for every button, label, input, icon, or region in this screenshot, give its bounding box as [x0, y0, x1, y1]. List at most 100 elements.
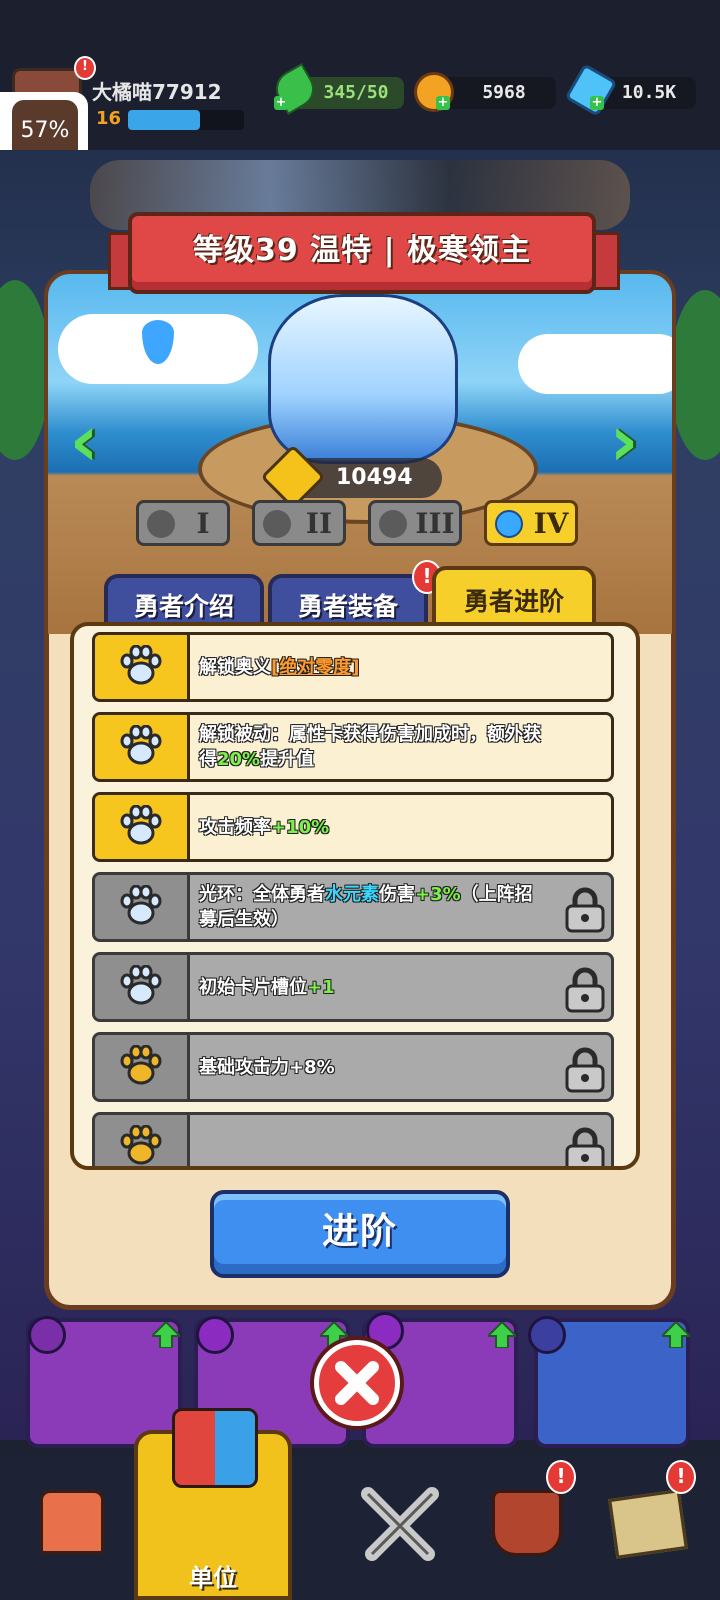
upgrade-arrow-icon: [488, 1322, 516, 1348]
stamina-plus-icon[interactable]: +: [274, 96, 288, 110]
lock-icon: [565, 1127, 605, 1166]
tab-label: 勇者介绍: [133, 592, 234, 621]
nav-home[interactable]: [30, 1480, 130, 1580]
units-icon: [172, 1408, 258, 1488]
advancement-row: 初始卡片槽位+1: [92, 952, 614, 1022]
text-part: 光环：全体勇者: [199, 884, 325, 905]
crossed-swords-icon: [361, 1487, 439, 1561]
text-part: 水元素: [325, 884, 379, 905]
close-button[interactable]: [314, 1340, 400, 1426]
advancement-text: 解锁被动：属性卡获得伤害加成时，额外获得20%提升值: [199, 715, 549, 779]
map-alert-badge: !: [666, 1460, 696, 1494]
text-part: [绝对零度]: [271, 656, 360, 678]
advancement-text: 基础攻击力+8%: [199, 1035, 549, 1099]
ice-hero-figure: [268, 294, 458, 464]
row-icon-box: [95, 635, 190, 699]
next-hero-arrow[interactable]: ›: [604, 396, 644, 486]
nav-units-label: 单位: [189, 1564, 237, 1592]
rank-label: III: [415, 507, 455, 540]
rank-button-4[interactable]: IV: [484, 500, 578, 546]
advancement-row: 光环：全体勇者水元素伤害+3%（上阵招募后生效）: [92, 872, 614, 942]
lock-icon: [565, 887, 605, 933]
paw-icon: [120, 805, 162, 845]
clover-icon: [379, 510, 407, 538]
hero-title-banner: 等级39 温特 | 极寒领主: [128, 212, 596, 294]
upgrade-arrow-icon: [152, 1322, 180, 1348]
clover-icon: [263, 510, 291, 538]
player-name: 大橘喵77912: [92, 80, 222, 104]
advancement-row: [92, 1112, 614, 1166]
advancement-list[interactable]: 解锁奥义[绝对零度] 解锁被动：属性卡获得伤害加成时，额外获得20%提升值 攻击频率…: [70, 622, 640, 1170]
clover-icon: [495, 510, 523, 538]
paw-icon: [120, 965, 162, 1005]
text-part: +1: [307, 976, 335, 998]
player-level: 16: [96, 108, 122, 129]
tab-label: 勇者进阶: [463, 587, 564, 616]
row-icon-box: [95, 955, 190, 1019]
cloud-right: [518, 334, 672, 394]
row-icon-box: [95, 795, 190, 859]
nav-map[interactable]: [606, 1480, 706, 1580]
advance-button[interactable]: 进阶: [210, 1190, 510, 1278]
paw-icon: [120, 1125, 162, 1165]
advancement-text: 光环：全体勇者水元素伤害+3%（上阵招募后生效）: [199, 875, 549, 939]
row-icon-box: [95, 1115, 190, 1166]
rank-button-1[interactable]: I: [136, 500, 230, 546]
earth-element-icon: [528, 1316, 566, 1354]
upgrade-arrow-icon: [662, 1322, 690, 1348]
xp-bar: [128, 110, 244, 130]
nav-battle[interactable]: [350, 1480, 450, 1580]
map-icon: [608, 1489, 688, 1559]
advancement-text: 解锁奥义[绝对零度]: [199, 635, 549, 699]
ship-icon: [492, 1490, 562, 1556]
paw-icon: [120, 885, 162, 925]
text-part: 提升值: [260, 749, 315, 770]
coins-value: 5968: [482, 82, 526, 103]
hero-title: 等级39 温特 | 极寒领主: [192, 233, 532, 268]
voyage-alert-badge: !: [546, 1460, 576, 1494]
rank-label: II: [305, 507, 333, 540]
paw-icon: [120, 645, 162, 685]
text-part: +10%: [271, 816, 330, 838]
xp-bar-fill: [128, 110, 200, 130]
text-part: 伤害: [379, 884, 415, 905]
advancement-row: 解锁被动：属性卡获得伤害加成时，额外获得20%提升值: [92, 712, 614, 782]
power-display: 10494: [260, 444, 442, 510]
stamina-value: 345/50: [323, 82, 389, 103]
advancement-row: 解锁奥义[绝对零度]: [92, 632, 614, 702]
advancement-row: 基础攻击力+8%: [92, 1032, 614, 1102]
fire-element-icon: [28, 1316, 66, 1354]
power-value: 10494: [336, 465, 413, 490]
text-part: 解锁奥义: [199, 656, 271, 678]
gems-value: 10.5K: [621, 82, 677, 103]
advancement-text: 攻击频率+10%: [199, 795, 549, 859]
house-icon: [40, 1490, 104, 1554]
text-part: 初始卡片槽位: [199, 976, 307, 998]
coins-plus-icon[interactable]: +: [436, 96, 450, 110]
advancement-text: [199, 1115, 549, 1166]
text-part: 20%: [217, 749, 261, 770]
lock-icon: [565, 967, 605, 1013]
lock-icon: [565, 1047, 605, 1093]
paw-icon: [120, 1045, 162, 1085]
text-part: +3%: [415, 884, 461, 905]
rank-label: IV: [533, 507, 569, 540]
paw-icon: [120, 725, 162, 765]
advancement-row: 攻击频率+10%: [92, 792, 614, 862]
text-part: 基础攻击力+8%: [199, 1056, 335, 1078]
close-icon: [335, 1361, 379, 1405]
row-icon-box: [95, 715, 190, 779]
rank-button-3[interactable]: III: [368, 500, 462, 546]
row-icon-box: [95, 875, 190, 939]
gems-plus-icon[interactable]: +: [590, 96, 604, 110]
text-part: 攻击频率: [199, 816, 271, 838]
prev-hero-arrow[interactable]: ‹: [64, 396, 104, 486]
rank-label: I: [196, 507, 210, 540]
clover-icon: [147, 510, 175, 538]
row-icon-box: [95, 1035, 190, 1099]
nav-voyage[interactable]: [484, 1480, 584, 1580]
rank-button-2[interactable]: II: [252, 500, 346, 546]
water-element-icon: [196, 1316, 234, 1354]
advancement-text: 初始卡片槽位+1: [199, 955, 549, 1019]
tab-label: 勇者装备: [297, 592, 398, 621]
